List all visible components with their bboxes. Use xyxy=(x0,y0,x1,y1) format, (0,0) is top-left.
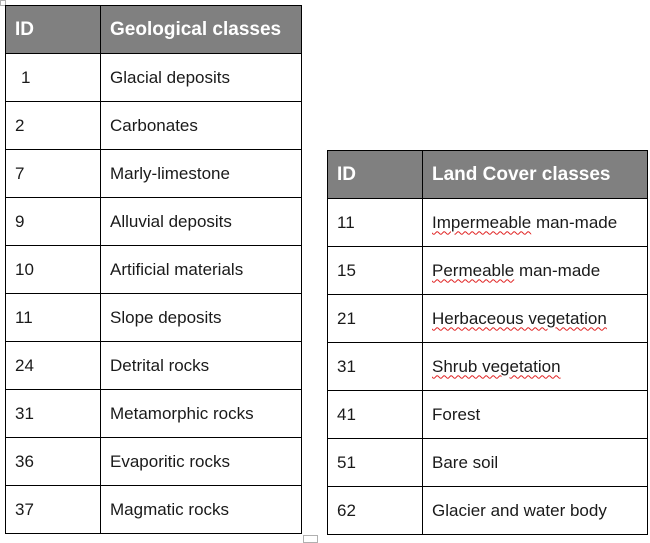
cell-id: 31 xyxy=(327,342,423,391)
cell-id: 9 xyxy=(5,197,101,246)
table-header-row: ID Geological classes xyxy=(5,5,302,54)
spellcheck-flagged-text[interactable]: Permeable xyxy=(432,261,514,280)
class-name-text: Glacier and water body xyxy=(432,500,607,520)
table-row: 10 Artificial materials xyxy=(5,245,302,294)
cell-id: 62 xyxy=(327,486,423,535)
cell-id: 2 xyxy=(5,101,101,150)
table-resize-handle[interactable] xyxy=(303,535,318,543)
table-row: 51 Bare soil xyxy=(327,438,648,487)
cell-geological-class: Slope deposits xyxy=(100,293,302,342)
table-row: 21 Herbaceous vegetation xyxy=(327,294,648,343)
spellcheck-flagged-text[interactable]: Shrub vegetation xyxy=(432,357,561,376)
class-name-text: man-made xyxy=(531,212,618,232)
class-name-text: Forest xyxy=(432,404,481,424)
table-row: 11 Slope deposits xyxy=(5,293,302,342)
cell-geological-class: Glacial deposits xyxy=(100,53,302,102)
class-name-text: man-made xyxy=(514,260,601,280)
table-row: 24 Detrital rocks xyxy=(5,341,302,390)
cell-geological-class: Evaporitic rocks xyxy=(100,437,302,486)
cell-land-cover-class: Impermeable man-made xyxy=(422,198,648,247)
header-id: ID xyxy=(5,5,101,54)
table-row: 2 Carbonates xyxy=(5,101,302,150)
table-row: 36 Evaporitic rocks xyxy=(5,437,302,486)
cell-land-cover-class: Bare soil xyxy=(422,438,648,487)
cell-geological-class: Carbonates xyxy=(100,101,302,150)
table-row: 37 Magmatic rocks xyxy=(5,485,302,534)
cell-id: 7 xyxy=(5,149,101,198)
cell-id: 15 xyxy=(327,246,423,295)
cell-land-cover-class: Permeable man-made xyxy=(422,246,648,295)
table-row: 62 Glacier and water body xyxy=(327,486,648,535)
cell-id: 21 xyxy=(327,294,423,343)
cell-id: 1 xyxy=(5,53,101,102)
cell-land-cover-class: Shrub vegetation xyxy=(422,342,648,391)
table-row: 31 Metamorphic rocks xyxy=(5,389,302,438)
cell-id: 41 xyxy=(327,390,423,439)
cell-id: 10 xyxy=(5,245,101,294)
table-row: 31 Shrub vegetation xyxy=(327,342,648,391)
cell-geological-class: Artificial materials xyxy=(100,245,302,294)
class-name-text: Bare soil xyxy=(432,452,499,472)
cell-id: 51 xyxy=(327,438,423,487)
cell-id: 11 xyxy=(327,198,423,247)
cell-id: 36 xyxy=(5,437,101,486)
table-row: 1 Glacial deposits xyxy=(5,53,302,102)
table-row: 11 Impermeable man-made xyxy=(327,198,648,247)
land-cover-classes-table: ID Land Cover classes 11 Impermeable man-… xyxy=(327,150,648,535)
cell-geological-class: Metamorphic rocks xyxy=(100,389,302,438)
cell-id: 37 xyxy=(5,485,101,534)
geological-classes-table: ID Geological classes 1 Glacial deposits 2… xyxy=(5,5,302,534)
cell-geological-class: Magmatic rocks xyxy=(100,485,302,534)
cell-geological-class: Marly-limestone xyxy=(100,149,302,198)
table-row: 15 Permeable man-made xyxy=(327,246,648,295)
table-row: 7 Marly-limestone xyxy=(5,149,302,198)
table-row: 9 Alluvial deposits xyxy=(5,197,302,246)
cell-geological-class: Detrital rocks xyxy=(100,341,302,390)
spellcheck-flagged-text[interactable]: Impermeable xyxy=(432,213,531,232)
cell-land-cover-class: Herbaceous vegetation xyxy=(422,294,648,343)
table-row: 41 Forest xyxy=(327,390,648,439)
header-id: ID xyxy=(327,150,423,199)
cell-id: 24 xyxy=(5,341,101,390)
header-geological-classes: Geological classes xyxy=(100,5,302,54)
table-header-row: ID Land Cover classes xyxy=(327,150,648,199)
spellcheck-flagged-text[interactable]: Herbaceous vegetation xyxy=(432,309,607,328)
cell-geological-class: Alluvial deposits xyxy=(100,197,302,246)
cell-land-cover-class: Glacier and water body xyxy=(422,486,648,535)
header-land-cover-classes: Land Cover classes xyxy=(422,150,648,199)
cell-id: 31 xyxy=(5,389,101,438)
cell-id: 11 xyxy=(5,293,101,342)
cell-land-cover-class: Forest xyxy=(422,390,648,439)
